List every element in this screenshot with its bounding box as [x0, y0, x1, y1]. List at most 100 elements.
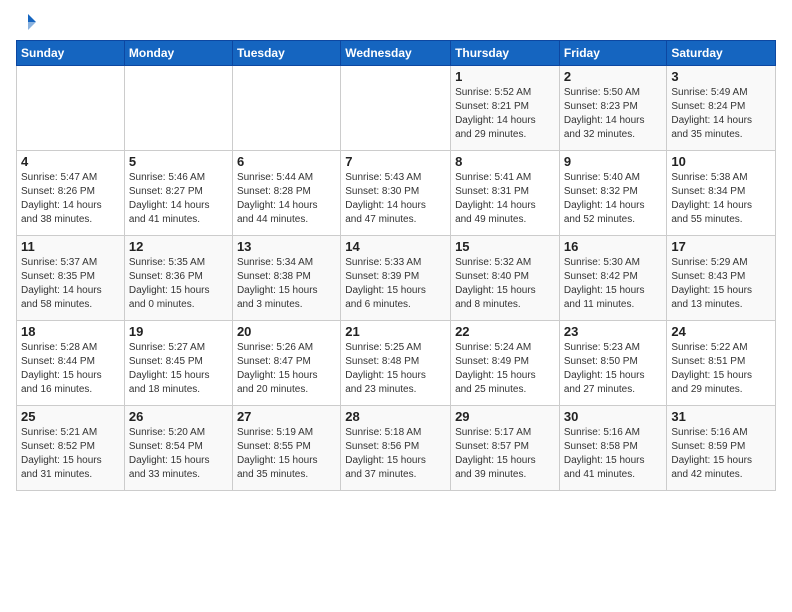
header	[16, 12, 776, 32]
calendar-header-thursday: Thursday	[451, 41, 560, 66]
day-info: Sunrise: 5:49 AM Sunset: 8:24 PM Dayligh…	[671, 86, 771, 142]
calendar-cell: 7Sunrise: 5:43 AM Sunset: 8:30 PM Daylig…	[341, 151, 451, 236]
calendar-cell: 10Sunrise: 5:38 AM Sunset: 8:34 PM Dayli…	[667, 151, 776, 236]
calendar-cell: 30 Sunrise: 5:16 AM Sunset: 8:58 PM Dayli…	[559, 406, 667, 491]
day-number: 3	[671, 69, 771, 84]
day-number: 12	[129, 239, 228, 254]
calendar-cell: 26Sunrise: 5:20 AM Sunset: 8:54 PM Dayli…	[124, 406, 232, 491]
day-number: 26	[129, 409, 228, 424]
calendar-header-saturday: Saturday	[667, 41, 776, 66]
day-number: 15	[455, 239, 555, 254]
calendar-header-wednesday: Wednesday	[341, 41, 451, 66]
calendar-cell: 19 Sunrise: 5:27 AM Sunset: 8:45 PM Dayli…	[124, 321, 232, 406]
day-number: 24	[671, 324, 771, 339]
calendar-cell: 16Sunrise: 5:30 AM Sunset: 8:42 PM Dayli…	[559, 236, 667, 321]
day-number: 23	[564, 324, 663, 339]
calendar-header-friday: Friday	[559, 41, 667, 66]
calendar-cell: 27Sunrise: 5:19 AM Sunset: 8:55 PM Dayli…	[232, 406, 340, 491]
calendar-week-3: 18 Sunrise: 5:28 AM Sunset: 8:44 PM Dayli…	[17, 321, 776, 406]
day-info: Sunrise: 5:28 AM Sunset: 8:44 PM Dayligh…	[21, 341, 120, 397]
day-number: 16	[564, 239, 663, 254]
day-number: 21	[345, 324, 446, 339]
calendar-week-0: 1Sunrise: 5:52 AM Sunset: 8:21 PM Daylig…	[17, 66, 776, 151]
day-number: 11	[21, 239, 120, 254]
day-info: Sunrise: 5:26 AM Sunset: 8:47 PM Dayligh…	[237, 341, 336, 397]
calendar-cell: 3 Sunrise: 5:49 AM Sunset: 8:24 PM Daylig…	[667, 66, 776, 151]
day-number: 4	[21, 154, 120, 169]
day-info: Sunrise: 5:37 AM Sunset: 8:35 PM Dayligh…	[21, 256, 120, 312]
day-number: 30	[564, 409, 663, 424]
day-info: Sunrise: 5:32 AM Sunset: 8:40 PM Dayligh…	[455, 256, 555, 312]
calendar-week-1: 4 Sunrise: 5:47 AM Sunset: 8:26 PM Daylig…	[17, 151, 776, 236]
calendar-cell: 21 Sunrise: 5:25 AM Sunset: 8:48 PM Dayli…	[341, 321, 451, 406]
calendar-cell	[124, 66, 232, 151]
logo	[16, 12, 38, 32]
day-info: Sunrise: 5:44 AM Sunset: 8:28 PM Dayligh…	[237, 171, 336, 227]
calendar-header-tuesday: Tuesday	[232, 41, 340, 66]
day-info: Sunrise: 5:47 AM Sunset: 8:26 PM Dayligh…	[21, 171, 120, 227]
calendar-cell: 24 Sunrise: 5:22 AM Sunset: 8:51 PM Dayli…	[667, 321, 776, 406]
day-info: Sunrise: 5:41 AM Sunset: 8:31 PM Dayligh…	[455, 171, 555, 227]
calendar-cell: 31 Sunrise: 5:16 AM Sunset: 8:59 PM Dayli…	[667, 406, 776, 491]
calendar-cell: 23 Sunrise: 5:23 AM Sunset: 8:50 PM Dayli…	[559, 321, 667, 406]
day-info: Sunrise: 5:40 AM Sunset: 8:32 PM Dayligh…	[564, 171, 663, 227]
calendar-table: SundayMondayTuesdayWednesdayThursdayFrid…	[16, 40, 776, 491]
calendar-cell: 8 Sunrise: 5:41 AM Sunset: 8:31 PM Daylig…	[451, 151, 560, 236]
day-number: 27	[237, 409, 336, 424]
day-number: 8	[455, 154, 555, 169]
calendar-cell: 22 Sunrise: 5:24 AM Sunset: 8:49 PM Dayli…	[451, 321, 560, 406]
calendar-cell: 5Sunrise: 5:46 AM Sunset: 8:27 PM Daylig…	[124, 151, 232, 236]
logo-flag-icon	[18, 12, 38, 32]
calendar-cell: 1Sunrise: 5:52 AM Sunset: 8:21 PM Daylig…	[451, 66, 560, 151]
day-info: Sunrise: 5:17 AM Sunset: 8:57 PM Dayligh…	[455, 426, 555, 482]
day-info: Sunrise: 5:16 AM Sunset: 8:58 PM Dayligh…	[564, 426, 663, 482]
day-number: 18	[21, 324, 120, 339]
day-info: Sunrise: 5:29 AM Sunset: 8:43 PM Dayligh…	[671, 256, 771, 312]
calendar-cell: 17 Sunrise: 5:29 AM Sunset: 8:43 PM Dayli…	[667, 236, 776, 321]
calendar-header-sunday: Sunday	[17, 41, 125, 66]
calendar-cell	[17, 66, 125, 151]
day-number: 31	[671, 409, 771, 424]
day-info: Sunrise: 5:21 AM Sunset: 8:52 PM Dayligh…	[21, 426, 120, 482]
calendar-cell: 13 Sunrise: 5:34 AM Sunset: 8:38 PM Dayli…	[232, 236, 340, 321]
day-info: Sunrise: 5:50 AM Sunset: 8:23 PM Dayligh…	[564, 86, 663, 142]
calendar-cell	[341, 66, 451, 151]
day-info: Sunrise: 5:35 AM Sunset: 8:36 PM Dayligh…	[129, 256, 228, 312]
calendar-cell: 20Sunrise: 5:26 AM Sunset: 8:47 PM Dayli…	[232, 321, 340, 406]
day-number: 17	[671, 239, 771, 254]
calendar-week-2: 11 Sunrise: 5:37 AM Sunset: 8:35 PM Dayli…	[17, 236, 776, 321]
day-info: Sunrise: 5:16 AM Sunset: 8:59 PM Dayligh…	[671, 426, 771, 482]
day-number: 22	[455, 324, 555, 339]
page: SundayMondayTuesdayWednesdayThursdayFrid…	[0, 0, 792, 612]
day-info: Sunrise: 5:24 AM Sunset: 8:49 PM Dayligh…	[455, 341, 555, 397]
calendar-cell: 18 Sunrise: 5:28 AM Sunset: 8:44 PM Dayli…	[17, 321, 125, 406]
day-info: Sunrise: 5:23 AM Sunset: 8:50 PM Dayligh…	[564, 341, 663, 397]
calendar-cell: 9 Sunrise: 5:40 AM Sunset: 8:32 PM Daylig…	[559, 151, 667, 236]
day-number: 28	[345, 409, 446, 424]
calendar-cell: 6 Sunrise: 5:44 AM Sunset: 8:28 PM Daylig…	[232, 151, 340, 236]
calendar-cell	[232, 66, 340, 151]
day-info: Sunrise: 5:38 AM Sunset: 8:34 PM Dayligh…	[671, 171, 771, 227]
calendar-header-monday: Monday	[124, 41, 232, 66]
calendar-cell: 4 Sunrise: 5:47 AM Sunset: 8:26 PM Daylig…	[17, 151, 125, 236]
day-info: Sunrise: 5:25 AM Sunset: 8:48 PM Dayligh…	[345, 341, 446, 397]
day-info: Sunrise: 5:33 AM Sunset: 8:39 PM Dayligh…	[345, 256, 446, 312]
day-info: Sunrise: 5:18 AM Sunset: 8:56 PM Dayligh…	[345, 426, 446, 482]
calendar-cell: 14Sunrise: 5:33 AM Sunset: 8:39 PM Dayli…	[341, 236, 451, 321]
day-info: Sunrise: 5:27 AM Sunset: 8:45 PM Dayligh…	[129, 341, 228, 397]
day-info: Sunrise: 5:34 AM Sunset: 8:38 PM Dayligh…	[237, 256, 336, 312]
calendar-cell: 15 Sunrise: 5:32 AM Sunset: 8:40 PM Dayli…	[451, 236, 560, 321]
calendar-cell: 28 Sunrise: 5:18 AM Sunset: 8:56 PM Dayli…	[341, 406, 451, 491]
day-number: 13	[237, 239, 336, 254]
day-number: 6	[237, 154, 336, 169]
calendar-cell: 12 Sunrise: 5:35 AM Sunset: 8:36 PM Dayli…	[124, 236, 232, 321]
calendar-cell: 25Sunrise: 5:21 AM Sunset: 8:52 PM Dayli…	[17, 406, 125, 491]
day-info: Sunrise: 5:22 AM Sunset: 8:51 PM Dayligh…	[671, 341, 771, 397]
calendar-cell: 29Sunrise: 5:17 AM Sunset: 8:57 PM Dayli…	[451, 406, 560, 491]
day-info: Sunrise: 5:43 AM Sunset: 8:30 PM Dayligh…	[345, 171, 446, 227]
day-number: 5	[129, 154, 228, 169]
day-number: 9	[564, 154, 663, 169]
calendar-week-4: 25Sunrise: 5:21 AM Sunset: 8:52 PM Dayli…	[17, 406, 776, 491]
day-number: 1	[455, 69, 555, 84]
day-number: 19	[129, 324, 228, 339]
